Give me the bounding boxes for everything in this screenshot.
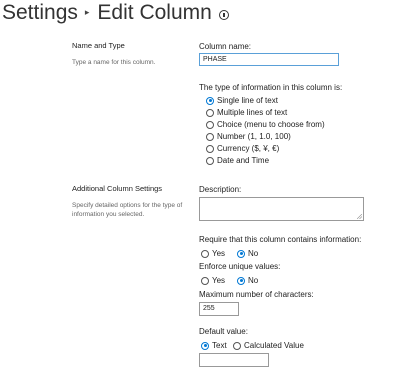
default-calculated-option[interactable]: Calculated Value (233, 341, 304, 350)
section-title-name-type: Name and Type (72, 41, 125, 50)
radio-button-icon[interactable] (206, 156, 214, 165)
radio-button-icon[interactable] (206, 96, 214, 105)
type-option-number[interactable]: Number (1, 1.0, 100) (206, 132, 291, 141)
description-label: Description: (199, 185, 242, 194)
column-name-input[interactable]: PHASE (199, 53, 339, 66)
type-option-label: Number (1, 1.0, 100) (217, 132, 291, 141)
info-circle-icon[interactable] (218, 10, 229, 20)
radio-button-icon[interactable] (201, 341, 209, 350)
page-title: Edit Column (97, 1, 212, 24)
require-no-option[interactable]: No (237, 249, 258, 258)
default-text-option[interactable]: Text (201, 341, 227, 350)
radio-button-icon[interactable] (233, 341, 241, 350)
column-name-label: Column name: (199, 42, 252, 51)
unique-no-option[interactable]: No (237, 276, 258, 285)
type-option-label: Choice (menu to choose from) (217, 120, 325, 129)
default-value-label: Default value: (199, 327, 248, 336)
radio-button-icon[interactable] (206, 132, 214, 141)
type-option-date-time[interactable]: Date and Time (206, 156, 269, 165)
breadcrumb-settings[interactable]: Settings (2, 1, 78, 25)
section-desc-name-type: Type a name for this column. (72, 59, 156, 66)
default-text-label: Text (212, 341, 227, 350)
radio-button-icon[interactable] (206, 108, 214, 117)
section-desc-additional: Specify detailed options for the type of… (72, 202, 183, 218)
type-option-label: Multiple lines of text (217, 108, 288, 117)
unique-no-label: No (248, 276, 259, 285)
type-option-multiple-lines[interactable]: Multiple lines of text (206, 108, 287, 117)
unique-label: Enforce unique values: (199, 262, 281, 271)
type-option-label: Date and Time (217, 156, 270, 165)
resize-grip-icon[interactable] (357, 214, 362, 219)
unique-yes-option[interactable]: Yes (201, 276, 225, 285)
type-option-label: Single line of text (217, 96, 278, 105)
section-title-additional: Additional Column Settings (72, 184, 163, 193)
require-yes-label: Yes (212, 249, 226, 258)
type-option-label: Currency ($, ¥, €) (217, 144, 280, 153)
radio-button-icon[interactable] (206, 144, 214, 153)
type-option-choice[interactable]: Choice (menu to choose from) (206, 120, 325, 129)
max-chars-input[interactable]: 255 (199, 302, 239, 316)
require-label: Require that this column contains inform… (199, 235, 362, 244)
radio-button-icon[interactable] (237, 276, 245, 285)
description-textarea[interactable] (199, 197, 364, 221)
default-value-input[interactable] (199, 353, 269, 367)
radio-button-icon[interactable] (201, 276, 209, 285)
require-no-label: No (248, 249, 259, 258)
radio-button-icon[interactable] (201, 249, 209, 258)
breadcrumb-separator-icon: ▸ (84, 6, 90, 17)
require-yes-option[interactable]: Yes (201, 249, 225, 258)
unique-yes-label: Yes (212, 276, 226, 285)
max-chars-label: Maximum number of characters: (199, 290, 314, 299)
type-option-single-line[interactable]: Single line of text (206, 96, 278, 105)
radio-button-icon[interactable] (206, 120, 214, 129)
page-header: Settings ▸ Edit Column (2, 0, 229, 27)
type-info-label: The type of information in this column i… (199, 83, 343, 92)
radio-button-icon[interactable] (237, 249, 245, 258)
default-calculated-label: Calculated Value (244, 341, 304, 350)
type-option-currency[interactable]: Currency ($, ¥, €) (206, 144, 279, 153)
